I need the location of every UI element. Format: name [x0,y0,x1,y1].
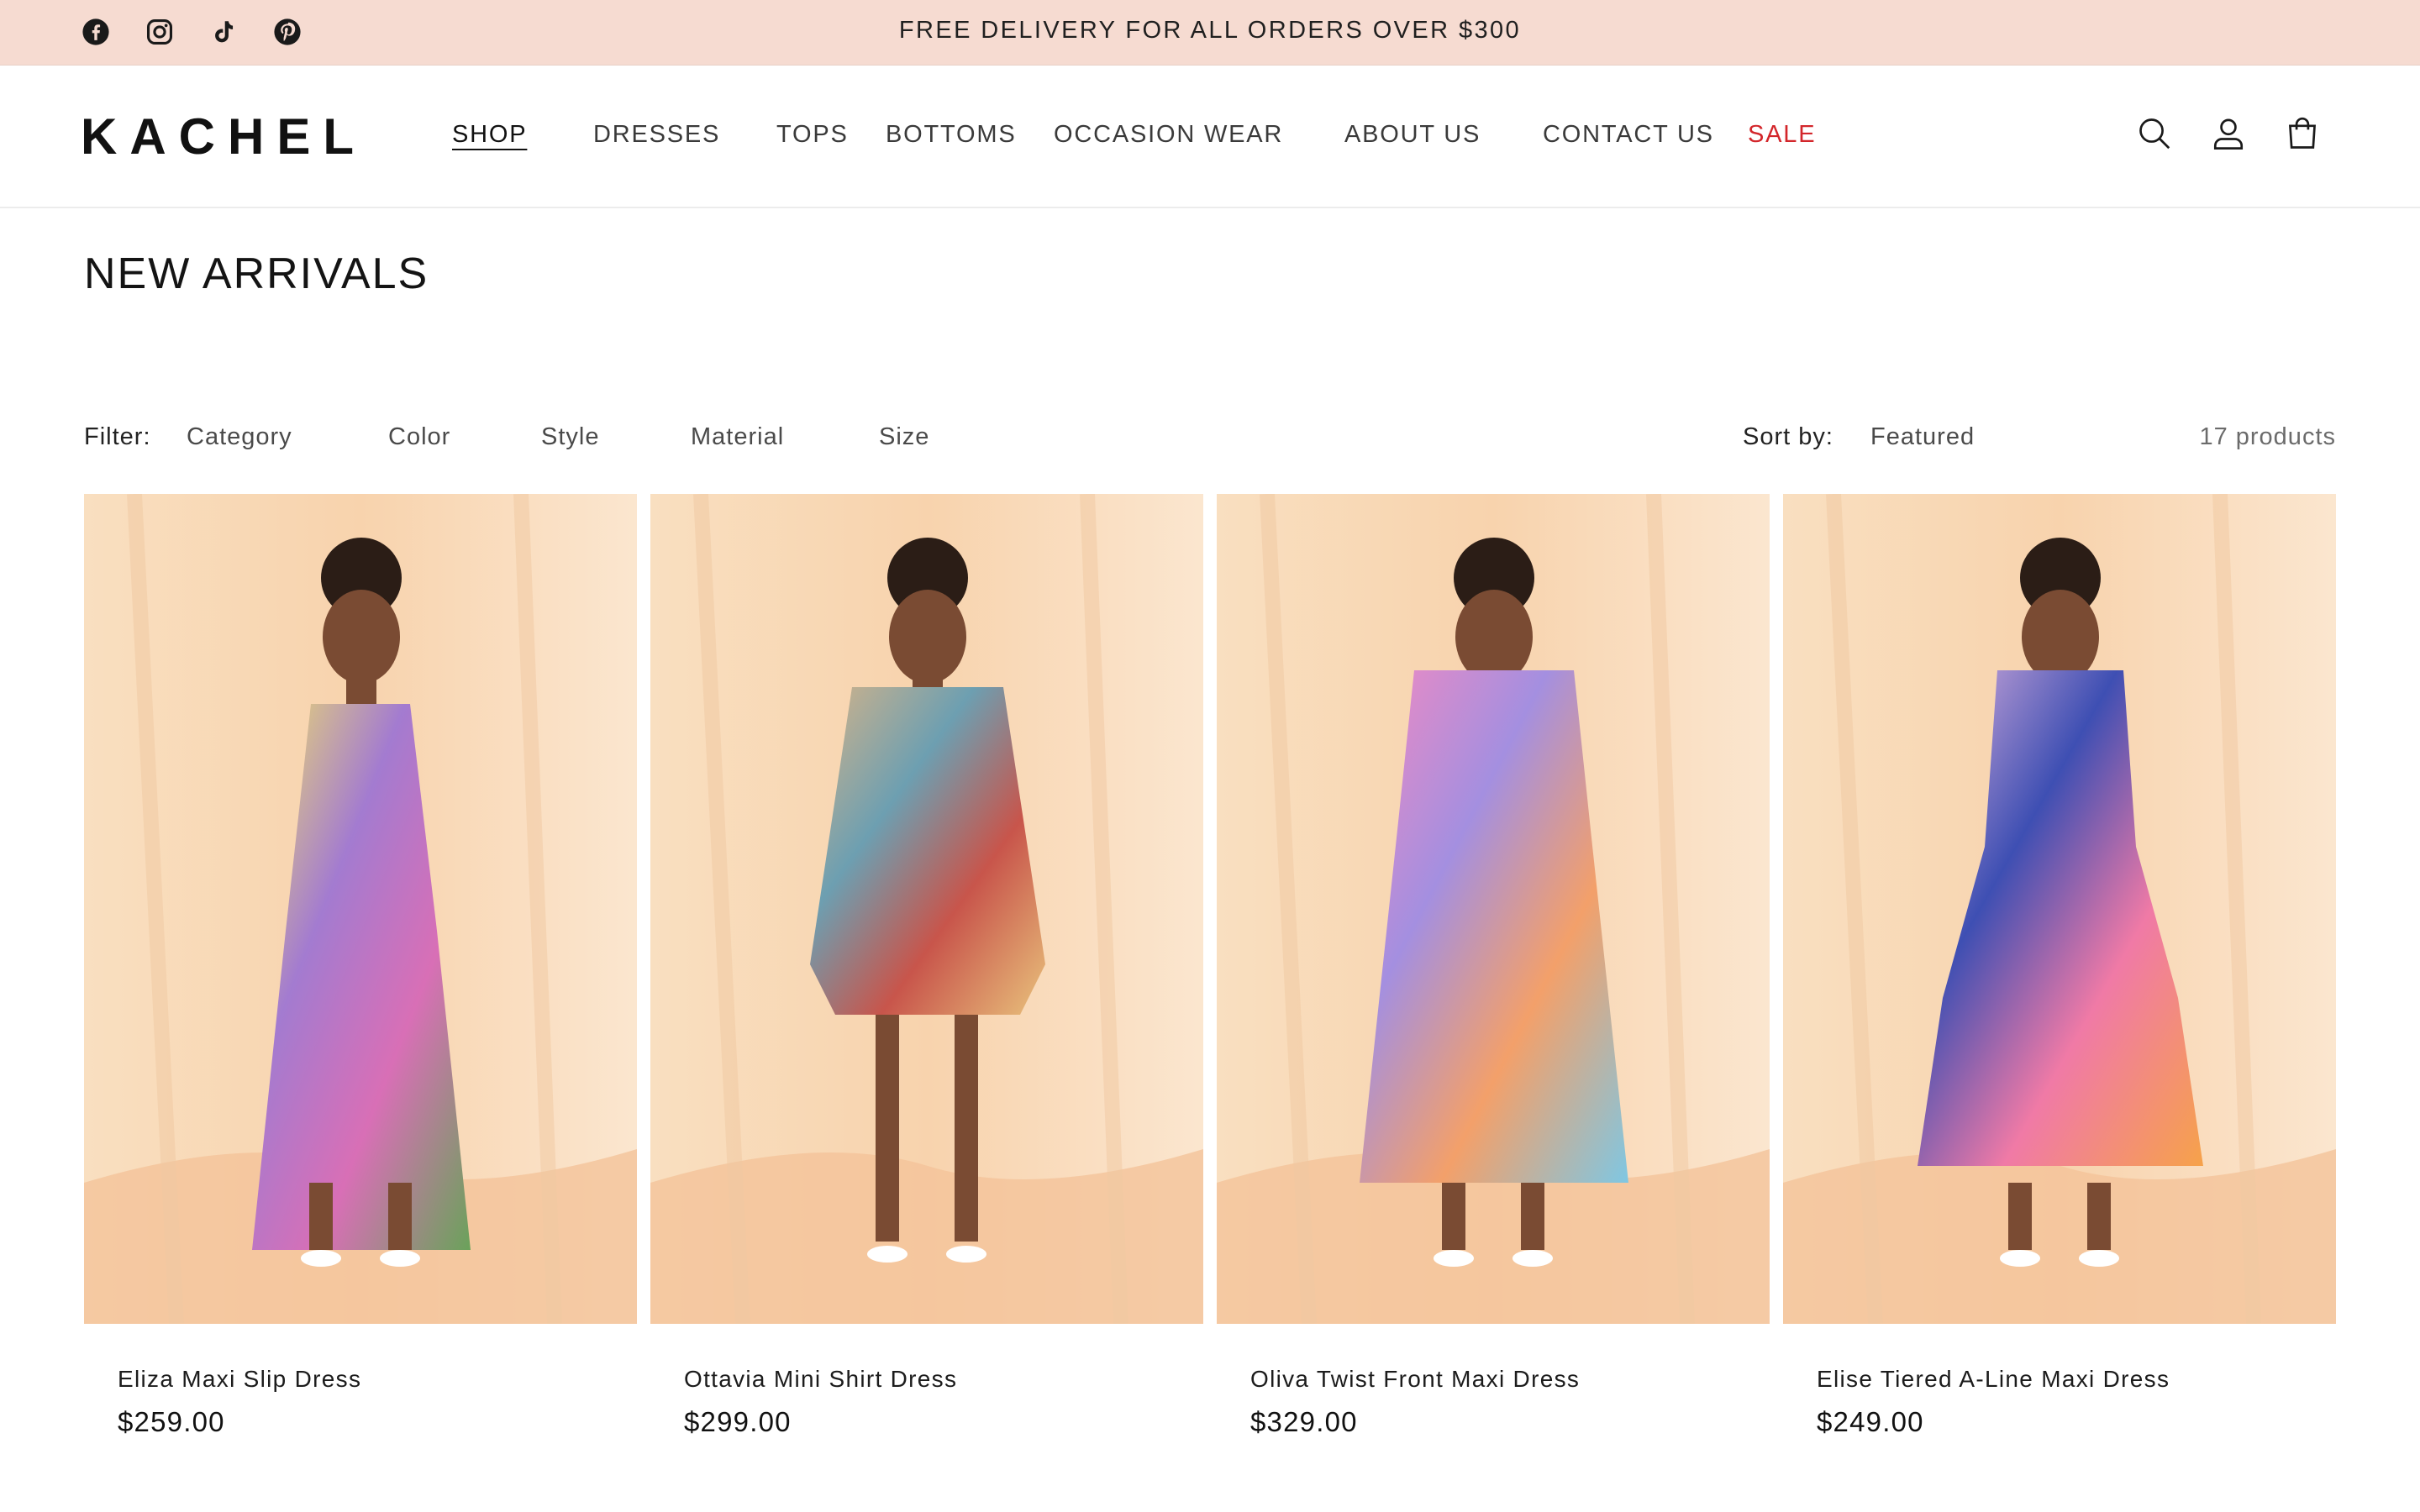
filter-category[interactable]: Category [187,423,292,451]
product-title[interactable]: Oliva Twist Front Maxi Dress [1250,1366,1580,1393]
site-header: KACHEL SHOP DRESSES TOPS BOTTOMS OCCASIO… [0,66,2420,208]
filter-label: Filter: [84,423,151,450]
sort-select[interactable]: Featured [1870,423,1975,451]
product-card[interactable]: Elise Tiered A-Line Maxi Dress $249.00 [1783,494,2336,1437]
nav-bottoms[interactable]: BOTTOMS [886,121,1016,149]
product-image[interactable] [84,494,637,1324]
product-photo [650,494,1203,1324]
search-icon[interactable] [2134,113,2175,154]
account-icon[interactable] [2208,113,2249,154]
store-logo[interactable]: KACHEL [81,108,366,165]
product-price: $329.00 [1250,1406,1358,1437]
nav-shop[interactable]: SHOP [452,121,527,149]
filter-material[interactable]: Material [691,423,784,451]
product-title[interactable]: Eliza Maxi Slip Dress [118,1366,361,1393]
product-price: $299.00 [684,1406,792,1437]
product-image[interactable] [1783,494,2336,1324]
nav-tops[interactable]: TOPS [776,121,849,149]
nav-dresses[interactable]: DRESSES [593,121,720,149]
product-card[interactable]: Oliva Twist Front Maxi Dress $329.00 [1217,494,1770,1437]
nav-sale[interactable]: SALE [1748,121,1816,149]
product-price: $249.00 [1817,1406,1924,1437]
product-title[interactable]: Elise Tiered A-Line Maxi Dress [1817,1366,2170,1393]
product-photo [1783,494,2336,1324]
nav-about-us[interactable]: ABOUT US [1344,121,1481,149]
page-title: NEW ARRIVALS [84,249,429,298]
product-image[interactable] [1217,494,1770,1324]
product-photo [84,494,637,1324]
announcement-text: FREE DELIVERY FOR ALL ORDERS OVER $300 [898,17,1522,44]
product-price: $259.00 [118,1406,225,1437]
nav-occasion-wear[interactable]: OCCASION WEAR [1054,121,1283,149]
cart-icon[interactable] [2282,113,2323,154]
product-title[interactable]: Ottavia Mini Shirt Dress [684,1366,957,1393]
product-card[interactable]: Eliza Maxi Slip Dress $259.00 [84,494,637,1437]
filter-color[interactable]: Color [388,423,450,451]
product-card[interactable]: Ottavia Mini Shirt Dress $299.00 [650,494,1203,1437]
facet-bar: Filter: Category Color Style Material Si… [0,423,2420,460]
product-count: 17 products [2199,423,2336,450]
nav-contact-us[interactable]: CONTACT US [1543,121,1714,149]
filter-size[interactable]: Size [879,423,929,451]
product-photo [1217,494,1770,1324]
filter-style[interactable]: Style [541,423,599,451]
product-image[interactable] [650,494,1203,1324]
sort-label: Sort by: [1743,423,1833,450]
announcement-bar: FREE DELIVERY FOR ALL ORDERS OVER $300 [0,0,2420,66]
header-actions [2134,113,2323,154]
